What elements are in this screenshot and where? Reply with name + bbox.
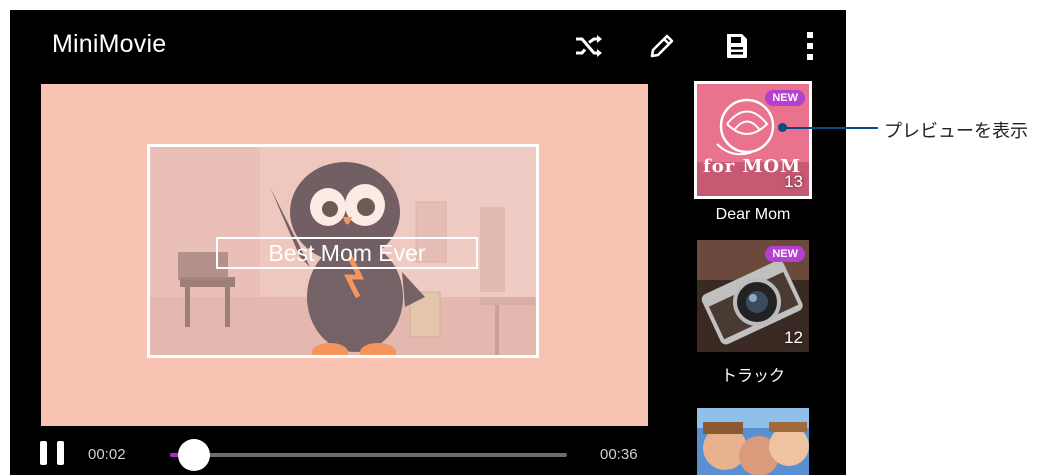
- save-icon[interactable]: [721, 30, 753, 62]
- current-time: 00:02: [88, 446, 126, 463]
- clip-count: 13: [784, 172, 803, 191]
- edit-pencil-icon[interactable]: [646, 30, 678, 62]
- app-bar: MiniMovie: [10, 10, 846, 82]
- callout-line: [783, 127, 878, 129]
- video-preview[interactable]: Best Mom Ever: [41, 84, 648, 426]
- seek-bar[interactable]: [170, 439, 567, 471]
- theme-item-dear-mom[interactable]: for MOM NEW 13 Dear Mom: [693, 81, 813, 224]
- theme-name: Dear Mom: [715, 206, 791, 223]
- video-frame: Best Mom Ever: [147, 144, 539, 358]
- theme-thumbnail[interactable]: NEW 12: [697, 240, 809, 352]
- playback-controls: 00:02 00:36: [10, 430, 660, 475]
- app-title: MiniMovie: [52, 30, 167, 58]
- theme-thumbnail[interactable]: for MOM NEW 13: [694, 81, 812, 199]
- new-badge: NEW: [765, 90, 805, 106]
- theme-name: トラック: [720, 368, 785, 385]
- video-caption[interactable]: Best Mom Ever: [216, 237, 478, 269]
- new-badge: NEW: [765, 246, 805, 262]
- pause-button[interactable]: [40, 441, 66, 465]
- theme-thumbnail[interactable]: [697, 408, 809, 475]
- seek-thumb[interactable]: [177, 439, 210, 471]
- shuffle-icon[interactable]: [573, 30, 605, 62]
- callout-label: プレビューを表示: [884, 121, 1028, 141]
- app-screen: MiniMovie Best Mom Ever 00:02 00:36 for …: [10, 10, 846, 475]
- total-time: 00:36: [600, 446, 638, 463]
- clip-count: 12: [784, 328, 803, 347]
- more-vert-icon[interactable]: [794, 30, 826, 62]
- theme-item-kids[interactable]: [693, 408, 813, 475]
- theme-item-track[interactable]: NEW 12 トラック: [693, 240, 813, 386]
- kids-thumbnail-image: [697, 408, 809, 475]
